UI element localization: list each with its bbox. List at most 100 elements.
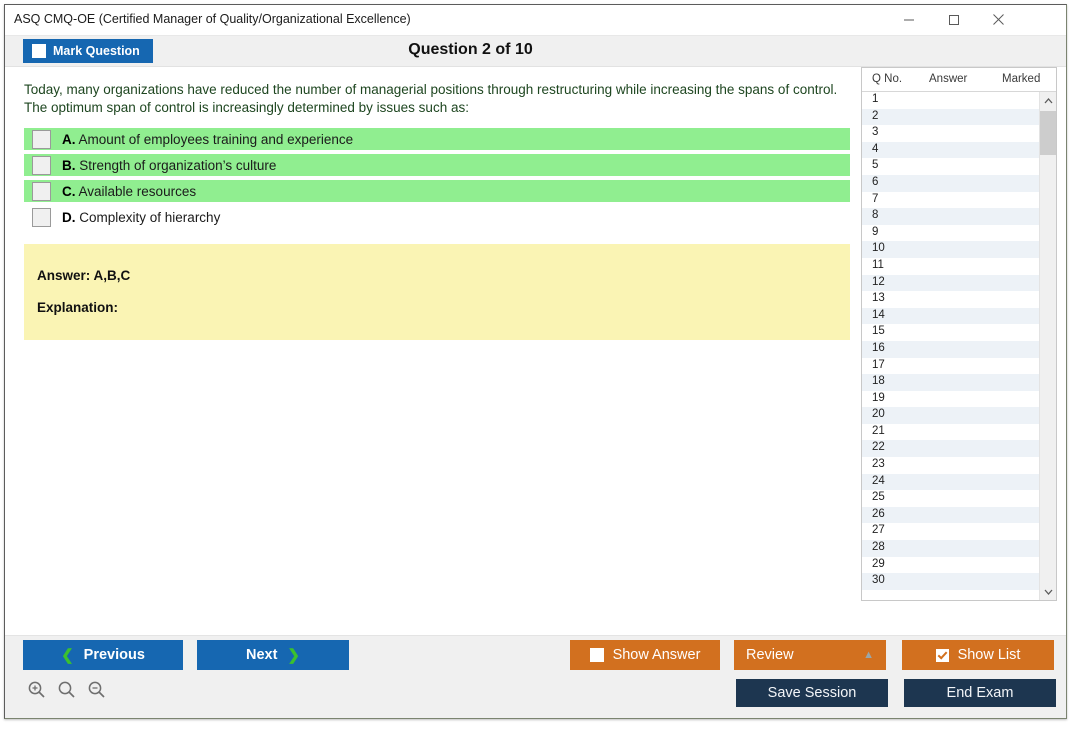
option-checkbox-b[interactable]	[32, 155, 51, 175]
question-list-row[interactable]: 27	[862, 523, 1039, 541]
question-number: 28	[872, 541, 885, 554]
question-list-row[interactable]: 25	[862, 490, 1039, 507]
next-button[interactable]: Next ❯	[197, 640, 349, 670]
question-number: 23	[872, 458, 885, 471]
question-list-row[interactable]: 19	[862, 390, 1039, 408]
show-answer-checkbox[interactable]	[589, 648, 604, 662]
maximize-button[interactable]	[931, 5, 976, 34]
question-list-row[interactable]: 28	[862, 540, 1039, 557]
zoom-in-icon[interactable]	[27, 680, 46, 699]
title-bar: ASQ CMQ-OE (Certified Manager of Quality…	[5, 5, 1066, 36]
previous-button[interactable]: ❮ Previous	[23, 640, 183, 670]
question-list-row[interactable]: 9	[862, 224, 1039, 242]
question-number: 9	[872, 225, 879, 238]
option-text-b: Strength of organization’s culture	[79, 157, 277, 173]
question-list-panel: Q No. Answer Marked 1 2 3 4 5 6 7 8 9 10 11 12 13 14 1…	[861, 67, 1057, 601]
option-checkbox-d[interactable]	[32, 207, 51, 227]
question-number: 11	[872, 258, 884, 271]
question-number: 26	[872, 507, 885, 520]
question-number: 12	[872, 275, 885, 288]
question-list-row[interactable]: 26	[862, 506, 1039, 524]
option-row-d[interactable]: D. Complexity of hierarchy	[24, 206, 850, 228]
option-letter-a: A.	[62, 131, 76, 147]
question-list-row[interactable]: 13	[862, 291, 1039, 308]
option-row-a[interactable]: A. Amount of employees training and expe…	[24, 128, 850, 150]
question-list-row[interactable]: 30	[862, 573, 1039, 590]
show-answer-button[interactable]: Show Answer	[570, 640, 720, 670]
option-text-c: Available resources	[78, 183, 197, 199]
question-header-bar: Mark Question Question 2 of 10	[5, 36, 1066, 67]
question-list-row[interactable]: 12	[862, 274, 1039, 292]
option-row-c[interactable]: C. Available resources	[24, 180, 850, 202]
question-list-row[interactable]: 18	[862, 374, 1039, 391]
question-list-scrollbar[interactable]	[1039, 92, 1056, 600]
chevron-right-icon: ❯	[287, 646, 300, 664]
question-list-row[interactable]: 16	[862, 340, 1039, 358]
question-list-row[interactable]: 14	[862, 307, 1039, 325]
scroll-down-button[interactable]	[1040, 583, 1056, 600]
question-number: 4	[872, 142, 879, 155]
show-answer-label: Show Answer	[612, 647, 701, 663]
option-row-b[interactable]: B. Strength of organization’s culture	[24, 154, 850, 176]
column-header-qno: Q No.	[872, 73, 903, 85]
question-list-header: Q No. Answer Marked	[862, 68, 1056, 92]
question-list-row[interactable]: 29	[862, 556, 1039, 574]
question-number: 14	[872, 308, 885, 321]
option-checkbox-c[interactable]	[32, 181, 51, 201]
show-list-label: Show List	[957, 647, 1021, 663]
option-checkbox-a[interactable]	[32, 129, 51, 149]
option-label-a: A. Amount of employees training and expe…	[62, 132, 353, 147]
next-label: Next	[245, 647, 278, 663]
question-list-row[interactable]: 1	[862, 92, 1039, 109]
question-number: 22	[872, 441, 885, 454]
question-list-row[interactable]: 6	[862, 174, 1039, 192]
question-counter: Question 2 of 10	[408, 41, 533, 58]
question-list-row[interactable]: 17	[862, 357, 1039, 375]
review-dropdown-button[interactable]: Review ▲	[734, 640, 886, 670]
zoom-controls	[27, 680, 106, 699]
chevron-up-icon: ▲	[863, 648, 874, 661]
question-number: 10	[872, 242, 885, 255]
option-letter-c: C.	[62, 183, 76, 199]
question-list-row[interactable]: 2	[862, 108, 1039, 126]
end-exam-button[interactable]: End Exam	[904, 679, 1056, 707]
question-list-row[interactable]: 8	[862, 208, 1039, 225]
question-list-row[interactable]: 15	[862, 324, 1039, 341]
answer-explanation-panel: Answer: A,B,C Explanation:	[24, 244, 850, 340]
minimize-icon	[903, 19, 914, 20]
question-list-row[interactable]: 4	[862, 141, 1039, 159]
main-content: Today, many organizations have reduced t…	[5, 67, 1066, 638]
question-list-row[interactable]: 5	[862, 158, 1039, 175]
option-text-d: Complexity of hierarchy	[79, 209, 221, 225]
question-list-row[interactable]: 10	[862, 241, 1039, 258]
question-list-row[interactable]: 23	[862, 457, 1039, 474]
answer-text: Answer: A,B,C	[37, 268, 131, 283]
question-list-scroll-area: 1 2 3 4 5 6 7 8 9 10 11 12 13 14 15 16 17 18 19 20 21 22 23 24 2…	[862, 92, 1056, 600]
question-list-row[interactable]: 21	[862, 423, 1039, 441]
option-text-a: Amount of employees training and experie…	[78, 131, 354, 147]
option-label-d: D. Complexity of hierarchy	[62, 210, 220, 225]
question-list-row[interactable]: 11	[862, 257, 1039, 275]
question-number: 17	[872, 358, 885, 371]
chevron-down-icon	[1044, 589, 1052, 595]
save-session-button[interactable]: Save Session	[736, 679, 888, 707]
show-list-button[interactable]: Show List	[902, 640, 1054, 670]
review-label: Review	[746, 647, 794, 663]
scroll-up-button[interactable]	[1040, 92, 1056, 109]
question-list-row[interactable]: 7	[862, 191, 1039, 209]
show-list-checkbox[interactable]	[935, 648, 949, 662]
option-label-c: C. Available resources	[62, 184, 196, 199]
question-list-row[interactable]: 22	[862, 440, 1039, 458]
question-number: 19	[872, 391, 885, 404]
close-button[interactable]	[976, 5, 1021, 34]
scrollbar-thumb[interactable]	[1040, 111, 1056, 155]
exam-window: ASQ CMQ-OE (Certified Manager of Quality…	[4, 4, 1067, 719]
question-list-row[interactable]: 20	[862, 407, 1039, 424]
minimize-button[interactable]	[886, 5, 931, 34]
zoom-reset-icon[interactable]	[57, 680, 76, 699]
question-number: 8	[872, 209, 879, 222]
zoom-out-icon[interactable]	[87, 680, 106, 699]
question-number: 5	[872, 159, 879, 172]
question-list-row[interactable]: 3	[862, 125, 1039, 142]
question-list-row[interactable]: 24	[862, 473, 1039, 491]
